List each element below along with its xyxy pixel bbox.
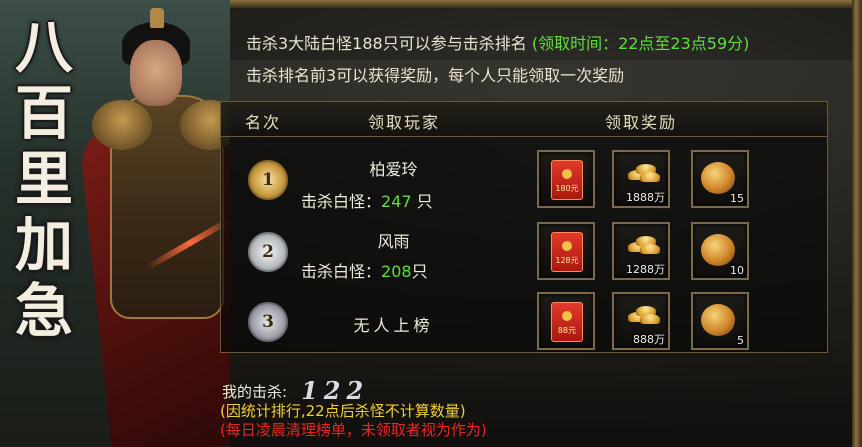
reward-slot[interactable]: 5: [691, 292, 749, 350]
red-envelope-amount: 88元: [557, 326, 577, 335]
my-kills-label: 我的击杀:: [222, 383, 288, 401]
rank-1-medal-icon: 1: [248, 160, 288, 200]
player-name: 柏爱玲: [369, 160, 418, 179]
player-kills: 击杀白怪：247 只: [301, 188, 433, 212]
event-title-char: 百: [14, 79, 73, 147]
gold-egg-icon: [701, 234, 735, 266]
red-envelope-icon: 88元: [551, 302, 583, 342]
ranking-row: 2 风雨 击杀白怪：208只 128元 1288万 10: [221, 216, 827, 288]
reset-note: (每日凌晨清理榜单，未领取者视为作为): [220, 421, 487, 439]
red-envelope-icon: 180元: [551, 160, 583, 200]
reward-qty: 15: [730, 192, 744, 205]
kills-label: 击杀白怪：: [301, 192, 382, 211]
rank-2-medal-icon: 2: [248, 232, 288, 272]
hero-left-pauldron: [92, 100, 152, 150]
reward-qty: 1288万: [626, 263, 665, 276]
red-envelope-amount: 180元: [555, 184, 579, 193]
kills-unit: 只: [411, 192, 433, 211]
hero-face: [130, 40, 182, 106]
event-rule-main: 击杀3大陆白怪188只可以参与击杀排名: [246, 34, 527, 53]
gold-ingot-icon: [626, 160, 660, 182]
reward-qty: 10: [730, 264, 744, 277]
reward-qty: 1888万: [626, 191, 665, 204]
event-title-char: 加: [14, 211, 73, 279]
event-rule-line-1: 击杀3大陆白怪188只可以参与击杀排名 (领取时间：22点至23点59分): [246, 30, 749, 54]
gold-egg-icon: [701, 162, 735, 194]
event-rule-line-2: 击杀排名前3可以获得奖励，每个人只能领取一次奖励: [246, 66, 625, 85]
reward-qty: 5: [737, 334, 744, 347]
col-header-reward: 领取奖励: [605, 113, 678, 132]
gold-ingot-icon: [626, 232, 660, 254]
player-name-empty: 无人上榜: [353, 316, 434, 335]
event-panel: 八 百 里 加 急 击杀3大陆白怪188只可以参与击杀排名 (领取时间：22点至…: [0, 0, 862, 447]
reward-slot[interactable]: 15: [691, 150, 749, 208]
col-header-player: 领取玩家: [368, 113, 441, 132]
rank-3-medal-icon: 3: [248, 302, 288, 342]
reward-slot[interactable]: 10: [691, 222, 749, 280]
kills-value: 208: [381, 262, 412, 281]
kills-label: 击杀白怪：: [301, 262, 382, 281]
gold-egg-icon: [701, 304, 735, 336]
claim-time-text: (领取时间：22点至23点59分): [531, 34, 750, 53]
ranking-table: 名次 领取玩家 领取奖励 1 柏爱玲 击杀白怪：247 只 180元 1888万…: [220, 101, 828, 353]
event-title-char: 急: [14, 277, 73, 345]
ranking-table-header: 名次 领取玩家 领取奖励: [221, 102, 827, 137]
reward-slot[interactable]: 1288万: [612, 222, 670, 280]
col-header-rank: 名次: [245, 113, 282, 132]
player-name: 风雨: [377, 232, 410, 251]
reward-slot[interactable]: 888万: [612, 292, 670, 350]
event-title-char: 里: [14, 145, 73, 213]
reward-qty: 888万: [633, 333, 665, 346]
red-envelope-amount: 128元: [555, 256, 579, 265]
hero-hair-crown: [150, 8, 164, 28]
event-title-char: 八: [14, 13, 73, 81]
reward-slot[interactable]: 88元: [537, 292, 595, 350]
reward-slot[interactable]: 180元: [537, 150, 595, 208]
player-kills: 击杀白怪：208只: [301, 258, 428, 282]
gold-ingot-icon: [626, 302, 660, 324]
stat-note: (因统计排行,22点后杀怪不计算数量): [220, 402, 466, 420]
ranking-row: 1 柏爱玲 击杀白怪：247 只 180元 1888万 15: [221, 144, 827, 216]
panel-right-border: [852, 0, 862, 447]
reward-slot[interactable]: 1888万: [612, 150, 670, 208]
ranking-row: 3 无人上榜 88元 888万 5: [221, 288, 827, 360]
red-envelope-icon: 128元: [551, 232, 583, 272]
reward-slot[interactable]: 128元: [537, 222, 595, 280]
event-title-vertical: 八 百 里 加 急: [6, 14, 82, 344]
kills-unit: 只: [411, 262, 428, 281]
kills-value: 247: [381, 192, 412, 211]
my-kills: 我的击杀: 122: [222, 374, 369, 405]
